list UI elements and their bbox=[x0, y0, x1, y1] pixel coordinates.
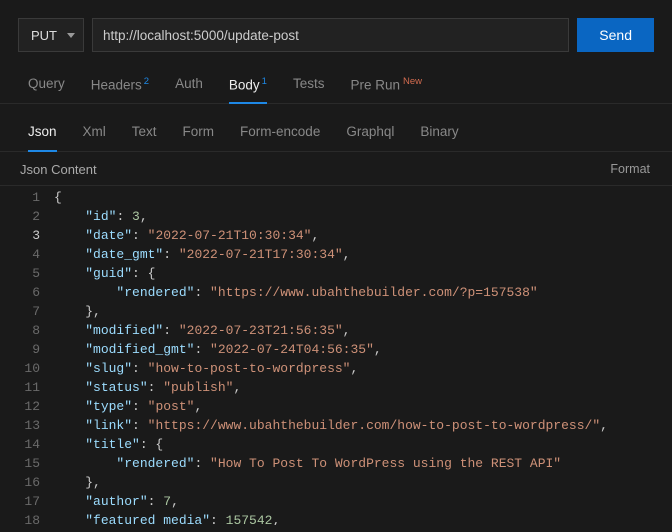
badge: 1 bbox=[262, 76, 267, 87]
line-number-gutter: 123456789101112131415161718 bbox=[0, 188, 54, 525]
line-number: 13 bbox=[0, 416, 40, 435]
body-tab-text[interactable]: Text bbox=[132, 120, 157, 151]
code-line: }, bbox=[54, 473, 672, 492]
code-line: "modified": "2022-07-23T21:56:35", bbox=[54, 321, 672, 340]
tab-auth[interactable]: Auth bbox=[175, 70, 203, 103]
method-select[interactable]: PUT bbox=[18, 18, 84, 52]
line-number: 15 bbox=[0, 454, 40, 473]
tab-headers[interactable]: Headers2 bbox=[91, 70, 149, 103]
line-number: 16 bbox=[0, 473, 40, 492]
code-line: "featured_media": 157542, bbox=[54, 511, 672, 525]
editor[interactable]: 123456789101112131415161718 { "id": 3, "… bbox=[0, 185, 672, 525]
line-number: 3 bbox=[0, 226, 40, 245]
body-tab-form[interactable]: Form bbox=[183, 120, 215, 151]
tab-body[interactable]: Body1 bbox=[229, 70, 267, 103]
method-value: PUT bbox=[31, 28, 57, 43]
line-number: 2 bbox=[0, 207, 40, 226]
code-line: { bbox=[54, 188, 672, 207]
badge: 2 bbox=[144, 76, 149, 87]
code-line: "date_gmt": "2022-07-21T17:30:34", bbox=[54, 245, 672, 264]
code-line: "id": 3, bbox=[54, 207, 672, 226]
tab-tests[interactable]: Tests bbox=[293, 70, 325, 103]
url-input[interactable] bbox=[92, 18, 569, 52]
line-number: 12 bbox=[0, 397, 40, 416]
body-tab-json[interactable]: Json bbox=[28, 120, 57, 151]
code-line: "rendered": "https://www.ubahthebuilder.… bbox=[54, 283, 672, 302]
line-number: 8 bbox=[0, 321, 40, 340]
tab-query[interactable]: Query bbox=[28, 70, 65, 103]
line-number: 5 bbox=[0, 264, 40, 283]
content-title: Json Content bbox=[20, 162, 97, 177]
new-badge: New bbox=[403, 76, 422, 87]
body-tab-xml[interactable]: Xml bbox=[83, 120, 106, 151]
send-button[interactable]: Send bbox=[577, 18, 654, 52]
code-line: "slug": "how-to-post-to-wordpress", bbox=[54, 359, 672, 378]
body-tab-form-encode[interactable]: Form-encode bbox=[240, 120, 320, 151]
format-button[interactable]: Format bbox=[610, 162, 650, 176]
code-line: "type": "post", bbox=[54, 397, 672, 416]
primary-tabs: Query Headers2 Auth Body1 Tests Pre RunNew bbox=[0, 62, 672, 104]
line-number: 7 bbox=[0, 302, 40, 321]
body-type-tabs: Json Xml Text Form Form-encode Graphql Binary bbox=[0, 104, 672, 152]
code-line: "author": 7, bbox=[54, 492, 672, 511]
line-number: 6 bbox=[0, 283, 40, 302]
line-number: 11 bbox=[0, 378, 40, 397]
line-number: 9 bbox=[0, 340, 40, 359]
line-number: 4 bbox=[0, 245, 40, 264]
line-number: 1 bbox=[0, 188, 40, 207]
line-number: 10 bbox=[0, 359, 40, 378]
request-bar: PUT Send bbox=[0, 0, 672, 62]
line-number: 17 bbox=[0, 492, 40, 511]
body-tab-graphql[interactable]: Graphql bbox=[346, 120, 394, 151]
code-line: "modified_gmt": "2022-07-24T04:56:35", bbox=[54, 340, 672, 359]
chevron-down-icon bbox=[67, 33, 75, 38]
code-line: "guid": { bbox=[54, 264, 672, 283]
code-area[interactable]: { "id": 3, "date": "2022-07-21T10:30:34"… bbox=[54, 188, 672, 525]
line-number: 14 bbox=[0, 435, 40, 454]
code-line: "rendered": "How To Post To WordPress us… bbox=[54, 454, 672, 473]
code-line: "date": "2022-07-21T10:30:34", bbox=[54, 226, 672, 245]
code-line: "status": "publish", bbox=[54, 378, 672, 397]
line-number: 18 bbox=[0, 511, 40, 525]
code-line: "title": { bbox=[54, 435, 672, 454]
code-line: "link": "https://www.ubahthebuilder.com/… bbox=[54, 416, 672, 435]
code-line: }, bbox=[54, 302, 672, 321]
tab-pre-run[interactable]: Pre RunNew bbox=[350, 70, 422, 103]
content-header: Json Content Format bbox=[0, 152, 672, 185]
body-tab-binary[interactable]: Binary bbox=[420, 120, 458, 151]
